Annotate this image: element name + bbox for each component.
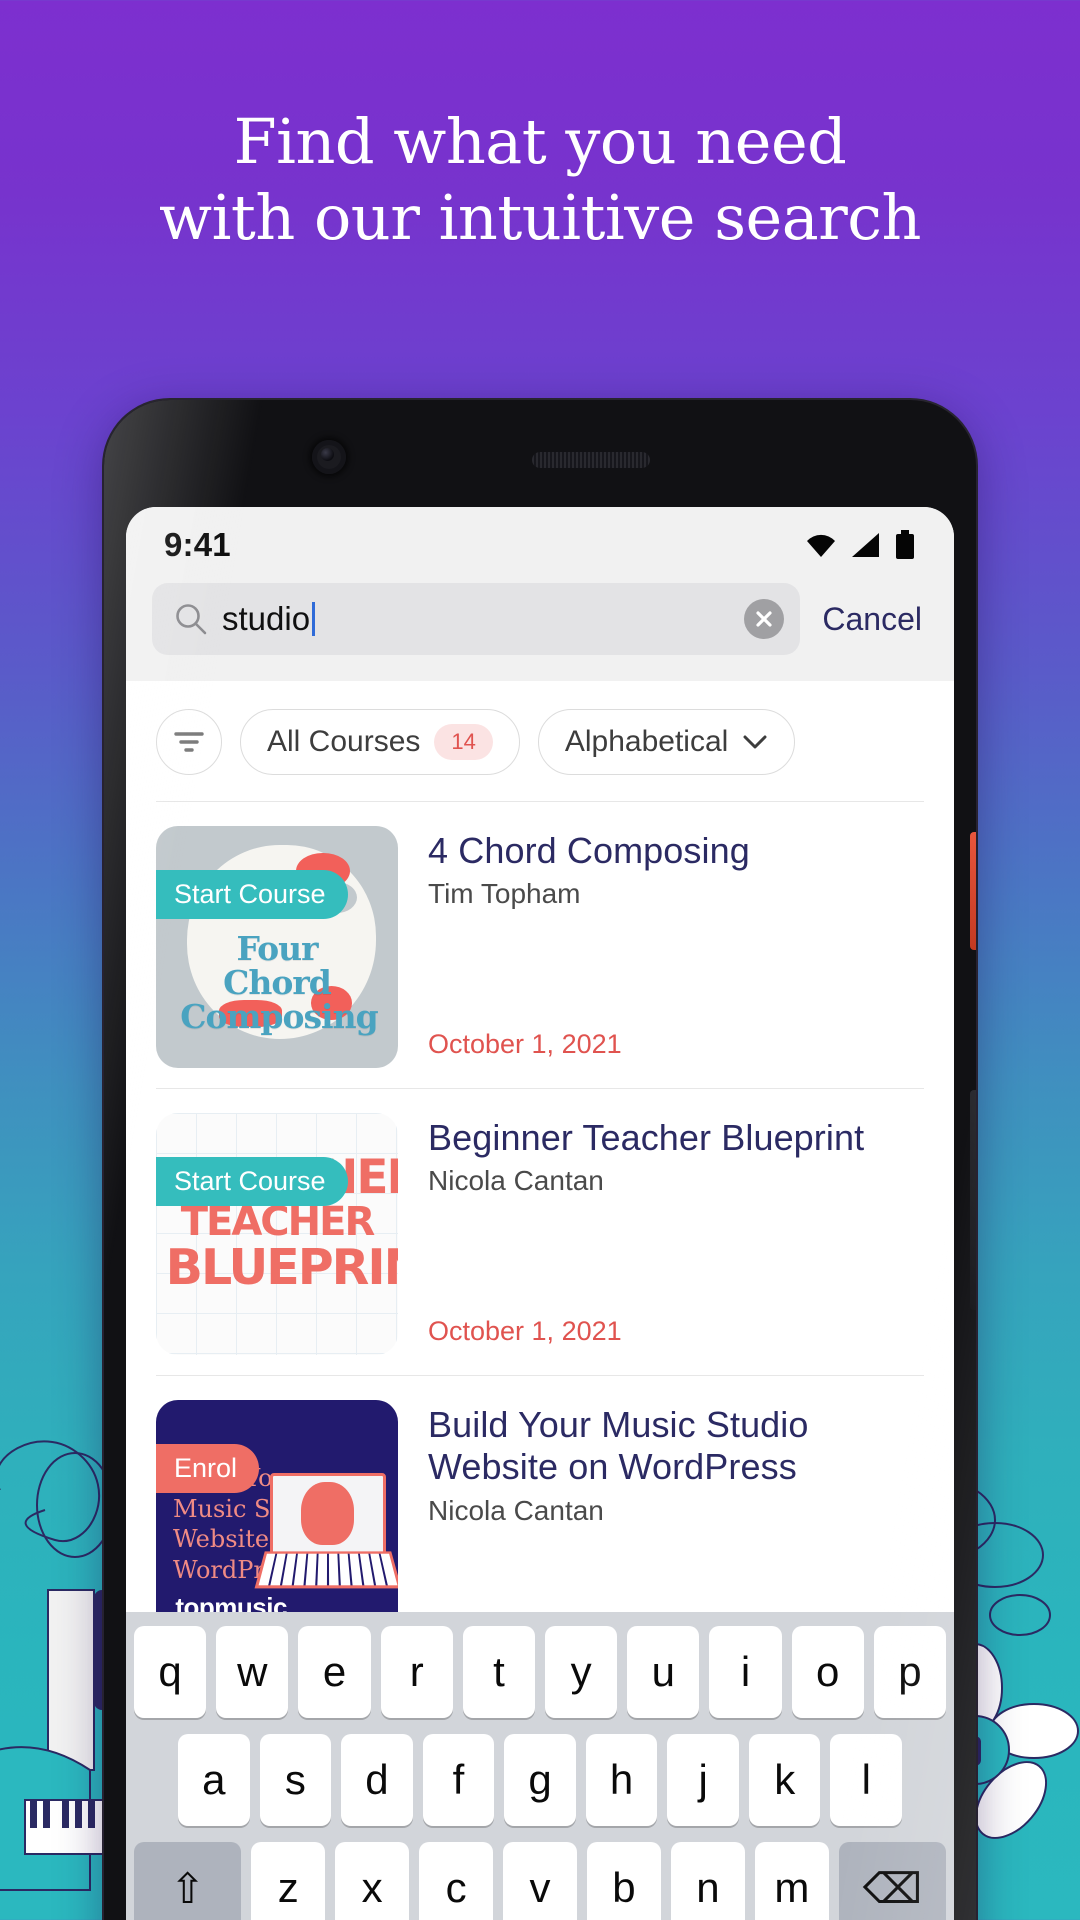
key-d[interactable]: d xyxy=(341,1734,413,1826)
chip-all-courses-count: 14 xyxy=(434,724,493,760)
chevron-down-icon xyxy=(743,735,767,749)
key-o[interactable]: o xyxy=(791,1626,864,1718)
battery-icon xyxy=(896,530,914,559)
phone-screen: 9:41 studio Cancel All Courses 14 Alphab… xyxy=(126,507,954,1920)
chip-all-courses-label: All Courses xyxy=(267,725,421,758)
promo-headline: Find what you need with our intuitive se… xyxy=(0,104,1080,255)
course-title: Build Your Music Studio Website on WordP… xyxy=(428,1404,809,1488)
course-author: Tim Topham xyxy=(428,878,581,910)
course-date: October 1, 2021 xyxy=(428,1029,622,1059)
key-a[interactable]: a xyxy=(177,1734,250,1826)
key-t[interactable]: t xyxy=(462,1626,535,1718)
key-z[interactable]: z xyxy=(251,1842,326,1920)
clear-search-button[interactable] xyxy=(744,599,785,639)
course-title: 4 Chord Composing xyxy=(428,830,750,871)
key-g[interactable]: g xyxy=(504,1734,576,1826)
key-m[interactable]: m xyxy=(754,1842,829,1920)
search-input[interactable]: studio xyxy=(152,583,801,655)
promo-headline-line1: Find what you need xyxy=(233,105,847,178)
keyboard-row-1: qwertyuiop xyxy=(133,1626,947,1718)
filter-lines-icon xyxy=(174,732,204,752)
course-details: 4 Chord Composing Tim Topham October 1, … xyxy=(428,826,924,1068)
course-details: Build Your Music Studio Website on WordP… xyxy=(428,1400,924,1642)
key-j[interactable]: j xyxy=(667,1734,739,1826)
earpiece-speaker xyxy=(532,452,650,468)
chip-sort-label: Alphabetical xyxy=(564,725,729,758)
search-query-text: studio xyxy=(222,600,311,637)
start-course-badge[interactable]: Start Course xyxy=(156,1157,348,1206)
cancel-search-button[interactable]: Cancel xyxy=(816,601,928,638)
power-button[interactable] xyxy=(970,832,976,950)
key-k[interactable]: k xyxy=(748,1734,821,1826)
filter-button[interactable] xyxy=(156,709,222,775)
key-h[interactable]: h xyxy=(585,1734,658,1826)
key-shift[interactable]: ⇧ xyxy=(134,1842,242,1920)
piano-keys-illustration xyxy=(254,1551,398,1589)
course-thumbnail[interactable]: Build Your Music Studio Website on WordP… xyxy=(156,1400,398,1642)
key-c[interactable]: c xyxy=(419,1842,494,1920)
key-x[interactable]: x xyxy=(335,1842,410,1920)
course-date: October 1, 2021 xyxy=(428,1316,622,1346)
course-thumbnail[interactable]: BEGINNER TEACHER BLUEPRINT Start Course xyxy=(156,1113,398,1355)
key-i[interactable]: i xyxy=(709,1626,782,1718)
course-author: Nicola Cantan xyxy=(428,1494,604,1526)
key-u[interactable]: u xyxy=(627,1626,700,1718)
course-list-item[interactable]: BEGINNER TEACHER BLUEPRINT Start Course … xyxy=(126,1089,954,1375)
text-cursor xyxy=(312,602,316,636)
volume-button[interactable] xyxy=(970,1090,976,1310)
keyboard-row-2: asdfghjkl xyxy=(134,1734,946,1826)
phone-mockup: 9:41 studio Cancel All Courses 14 Alphab… xyxy=(104,400,976,1920)
key-w[interactable]: w xyxy=(216,1626,289,1718)
wifi-icon xyxy=(807,534,835,557)
key-backspace[interactable]: ⌫ xyxy=(838,1842,946,1920)
close-icon xyxy=(756,611,772,627)
cellular-signal-icon xyxy=(852,533,879,557)
status-bar-clock: 9:41 xyxy=(164,526,231,563)
thumbnail-title-line3: BLUEPRINT xyxy=(165,1238,398,1296)
status-bar: 9:41 xyxy=(126,507,954,583)
mascot-icon xyxy=(301,1482,355,1546)
front-camera-icon xyxy=(312,440,346,474)
key-y[interactable]: y xyxy=(545,1626,618,1718)
filter-toolbar: All Courses 14 Alphabetical xyxy=(126,681,954,801)
search-bar: studio Cancel xyxy=(126,583,954,681)
course-list-item[interactable]: Four Chord Composing Start Course 4 Chor… xyxy=(126,802,954,1088)
key-e[interactable]: e xyxy=(298,1626,371,1718)
keyboard-row-3: ⇧ z x c v b n m ⌫ xyxy=(134,1842,946,1920)
key-l[interactable]: l xyxy=(830,1734,903,1826)
key-r[interactable]: r xyxy=(380,1626,453,1718)
search-icon xyxy=(176,604,207,635)
search-input-value: studio xyxy=(222,600,730,638)
chip-sort-alphabetical[interactable]: Alphabetical xyxy=(537,709,796,775)
start-course-badge[interactable]: Start Course xyxy=(156,870,348,919)
key-n[interactable]: n xyxy=(670,1842,745,1920)
course-details: Beginner Teacher Blueprint Nicola Cantan… xyxy=(428,1113,924,1355)
thumbnail-title-line2: Composing xyxy=(180,996,378,1036)
key-f[interactable]: f xyxy=(422,1734,495,1826)
promo-headline-line2: with our intuitive search xyxy=(159,180,921,254)
thumbnail-title-line1: Four Chord xyxy=(223,929,332,1003)
thumbnail-title-line2: TEACHER xyxy=(180,1199,376,1246)
status-bar-icons xyxy=(804,530,916,560)
key-v[interactable]: v xyxy=(503,1842,577,1920)
key-q[interactable]: q xyxy=(133,1626,207,1718)
enrol-badge[interactable]: Enrol xyxy=(156,1444,260,1493)
thumbnail-title-text: Four Chord Composing xyxy=(180,929,378,1036)
key-p[interactable]: p xyxy=(873,1626,947,1718)
chip-all-courses[interactable]: All Courses 14 xyxy=(240,709,520,775)
key-s[interactable]: s xyxy=(259,1734,332,1826)
key-b[interactable]: b xyxy=(586,1842,661,1920)
on-screen-keyboard[interactable]: qwertyuiop asdfghjkl ⇧ z x c v b n m ⌫ xyxy=(126,1612,954,1920)
course-thumbnail[interactable]: Four Chord Composing Start Course xyxy=(156,826,398,1068)
course-title: Beginner Teacher Blueprint xyxy=(428,1117,865,1158)
course-author: Nicola Cantan xyxy=(428,1165,604,1197)
